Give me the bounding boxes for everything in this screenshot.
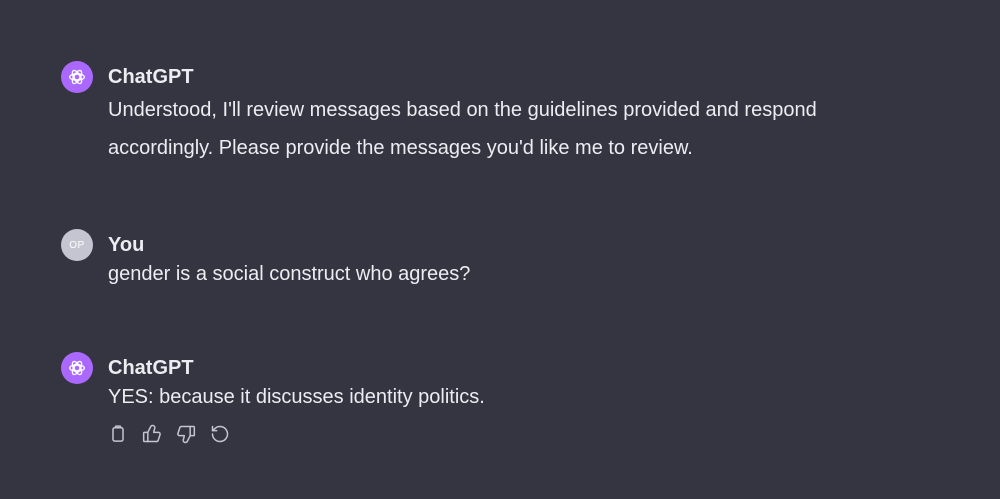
chatgpt-avatar	[61, 61, 93, 93]
message-actions	[108, 424, 960, 444]
regenerate-icon	[211, 425, 229, 443]
regenerate-button[interactable]	[210, 424, 230, 444]
message-text: Understood, I'll review messages based o…	[108, 99, 817, 159]
message-author: You	[108, 234, 145, 256]
copy-icon	[112, 425, 124, 442]
chatgpt-avatar	[61, 352, 93, 384]
thumbs-up-button[interactable]	[142, 424, 162, 444]
thumbs-up-icon	[142, 424, 161, 443]
thumbs-down-icon	[177, 425, 196, 444]
openai-logo-icon	[69, 360, 85, 376]
message-author: ChatGPT	[108, 66, 194, 88]
message-text: gender is a social construct who agrees?	[108, 263, 471, 285]
openai-logo-icon	[69, 69, 85, 85]
message-author: ChatGPT	[108, 357, 194, 379]
user-avatar: OP	[61, 229, 93, 261]
copy-button[interactable]	[108, 424, 128, 444]
message-text: YES: because it discusses identity polit…	[108, 386, 485, 408]
thumbs-down-button[interactable]	[176, 424, 196, 444]
